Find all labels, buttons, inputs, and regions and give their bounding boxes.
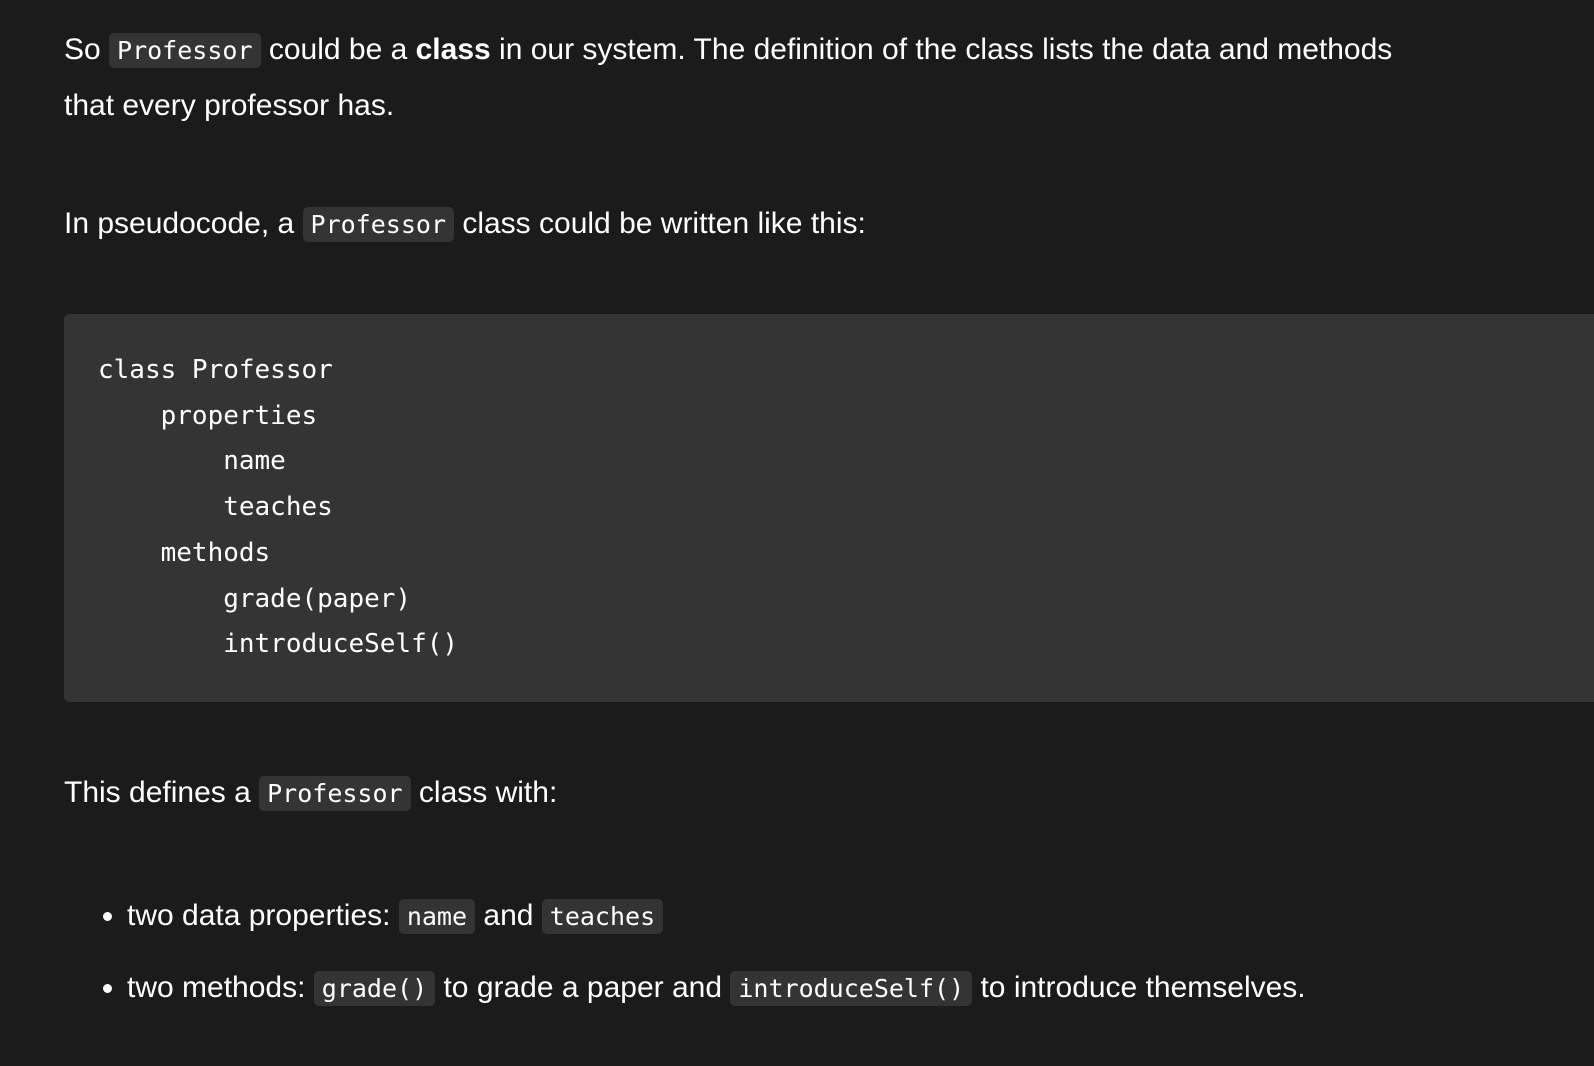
text: class with: [410,776,558,809]
code-line: introduceSelf() [98,629,459,660]
text: two methods: [127,971,314,1004]
code-line: teaches [98,492,333,523]
text: to introduce themselves. [972,971,1306,1004]
text: This defines a [64,776,260,809]
text: in our system. The definition of the cla… [490,33,1393,66]
inline-code: Professor [259,776,411,811]
code-line: name [98,446,286,477]
text: two data properties: [127,899,399,932]
text: could be a [260,33,416,66]
text: to grade a paper and [435,971,731,1004]
code-line: grade(paper) [98,583,412,614]
inline-code: name [398,899,476,934]
text: that every professor has. [64,89,395,122]
code-content: class Professor properties name teaches … [98,348,458,668]
code-line: methods [98,537,271,568]
code-line: class Professor [98,355,333,385]
text: In pseudocode, a [64,207,303,240]
inline-code: Professor [302,207,454,242]
bullet-list: two data properties: name and teaches tw… [64,880,1306,1024]
inline-code: Professor [109,33,261,68]
code-block: class Professor properties name teaches … [64,314,1594,702]
text: and [475,899,542,932]
inline-code: teaches [541,899,664,934]
inline-code: grade() [313,971,436,1006]
text: So [64,33,110,66]
code-line: properties [98,400,318,431]
list-item: two data properties: name and teaches [127,880,1306,952]
text: class could be written like this: [454,207,866,240]
bold-term: class [415,33,491,66]
list-item: two methods: grade() to grade a paper an… [127,952,1306,1024]
paragraph-pseudocode-intro: In pseudocode, a Professor class could b… [64,196,866,252]
inline-code: introduceSelf() [730,971,973,1006]
paragraph-class-intro: So Professor could be a class in our sys… [64,22,1392,133]
paragraph-defines: This defines a Professor class with: [64,765,557,821]
